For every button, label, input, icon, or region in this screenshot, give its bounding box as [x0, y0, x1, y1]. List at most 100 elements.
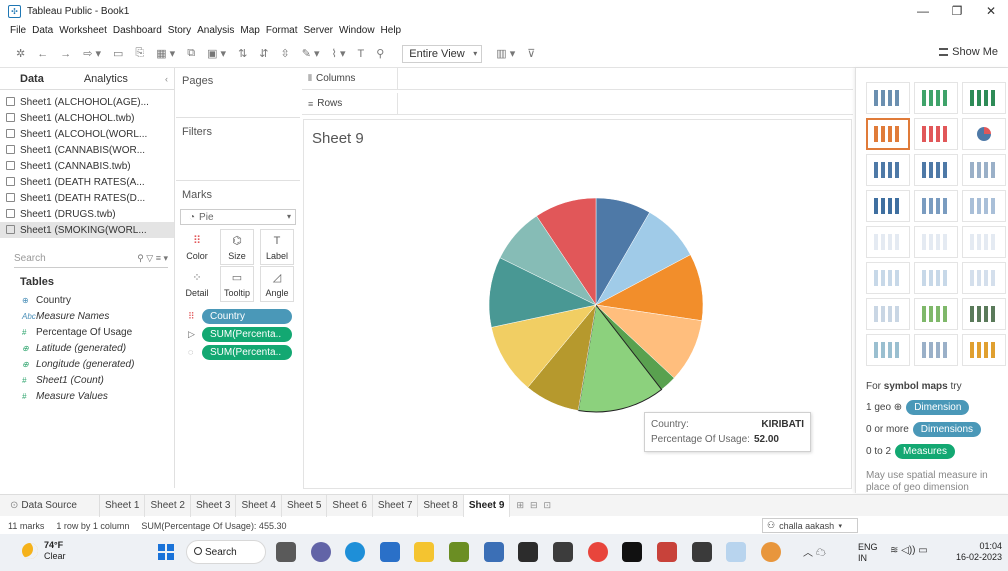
menu-dashboard[interactable]: Dashboard — [113, 25, 162, 36]
field-sheet1-count[interactable]: # Sheet1 (Count) — [0, 372, 174, 388]
forward-arrow-icon[interactable]: → — [60, 48, 71, 60]
new-dashboard-icon[interactable]: ⊟ — [530, 500, 538, 511]
show-me-area-continuous-icon[interactable] — [866, 262, 910, 294]
pin-icon[interactable]: ⚲ — [376, 47, 384, 60]
tab-sheet-6[interactable]: Sheet 6 — [327, 494, 373, 517]
tab-sheet-7[interactable]: Sheet 7 — [373, 494, 419, 517]
label-button[interactable]: T Label — [260, 229, 294, 265]
back-arrow-icon[interactable]: ← — [37, 48, 48, 60]
show-me-text-table-icon[interactable] — [866, 82, 910, 114]
sort-asc-icon[interactable]: ⇵ — [259, 47, 268, 60]
field-country[interactable]: ⊕ Country — [0, 292, 174, 308]
show-me-packed-bubbles-icon[interactable] — [962, 334, 1006, 366]
data-source-item[interactable]: Sheet1 (CANNABIS(WOR... — [0, 142, 174, 158]
show-me-filled-map-icon[interactable] — [914, 118, 958, 150]
maximize-button[interactable]: ❐ — [940, 0, 974, 22]
menu-format[interactable]: Format — [266, 25, 298, 36]
field-percentage-of-usage[interactable]: # Percentage Of Usage — [0, 324, 174, 340]
group-icon[interactable]: ⌇ ▾ — [332, 47, 346, 60]
show-me-pie-chart-icon[interactable] — [962, 118, 1006, 150]
save-icon[interactable]: ▭ — [113, 47, 123, 60]
collapse-pane-icon[interactable]: ‹ — [165, 74, 168, 84]
windows-start-icon[interactable] — [158, 544, 174, 560]
show-me-horizontal-bars-icon[interactable] — [866, 154, 910, 186]
teams-icon[interactable] — [311, 542, 331, 562]
tab-analytics[interactable]: Analytics — [64, 68, 148, 90]
redo-icon[interactable]: ⇨ ▾ — [83, 47, 101, 60]
close-button[interactable]: ✕ — [974, 0, 1008, 22]
chrome-icon[interactable] — [588, 542, 608, 562]
country-color-pill[interactable]: Country — [202, 309, 292, 324]
menu-map[interactable]: Map — [240, 25, 259, 36]
edge-icon[interactable] — [345, 542, 365, 562]
columns-shelf[interactable]: ⦀ Columns — [302, 67, 853, 90]
labels-icon[interactable]: T — [357, 48, 364, 60]
data-source-item[interactable]: Sheet1 (ALCHOHOL(AGE)... — [0, 94, 174, 110]
tableau-taskbar-icon[interactable] — [449, 542, 469, 562]
user-menu[interactable]: ⚇ challa aakash ▾ — [762, 518, 858, 533]
language-indicator[interactable]: ENG IN — [858, 542, 878, 564]
netflix-icon[interactable] — [622, 542, 642, 562]
show-me-bullet-graph-icon[interactable] — [914, 334, 958, 366]
show-me-scatter-plot-icon[interactable] — [866, 298, 910, 330]
file-explorer-icon[interactable] — [414, 542, 434, 562]
menu-file[interactable]: File — [10, 25, 26, 36]
tab-sheet-5[interactable]: Sheet 5 — [282, 494, 328, 517]
mark-type-select[interactable]: ◔ Pie ▾ — [180, 209, 296, 225]
store-icon[interactable] — [380, 542, 400, 562]
tab-sheet-1[interactable]: Sheet 1 — [100, 494, 146, 517]
swap-icon[interactable]: ⇅ — [238, 47, 247, 60]
add-datasource-icon[interactable]: ⎘ — [135, 47, 144, 60]
show-me-circle-views-icon[interactable] — [914, 190, 958, 222]
data-source-item[interactable]: Sheet1 (CANNABIS.twb) — [0, 158, 174, 174]
show-me-dual-combination-icon[interactable] — [962, 262, 1006, 294]
show-me-gantt-chart-icon[interactable] — [866, 334, 910, 366]
tab-sheet-2[interactable]: Sheet 2 — [145, 494, 191, 517]
terminal-icon[interactable] — [518, 542, 538, 562]
duplicate-sheet-icon[interactable]: ⧉ — [187, 47, 195, 60]
tableau-logo-icon[interactable]: ✲ — [16, 47, 25, 60]
rows-shelf[interactable]: ≡ Rows — [302, 92, 853, 115]
show-me-heat-map-icon[interactable] — [914, 82, 958, 114]
field-search-input[interactable]: Search ⚲ ▽ ≡ ▾ — [14, 250, 168, 268]
tab-sheet-9[interactable]: Sheet 9 — [463, 494, 511, 517]
angle-button[interactable]: ◿ Angle — [260, 266, 294, 302]
data-source-item[interactable]: Sheet1 (ALCOHOL(WORL... — [0, 126, 174, 142]
field-latitude[interactable]: ⊕ Latitude (generated) — [0, 340, 174, 356]
tab-data[interactable]: Data — [0, 68, 64, 90]
field-longitude[interactable]: ⊕ Longitude (generated) — [0, 356, 174, 372]
show-me-dual-lines-icon[interactable] — [962, 226, 1006, 258]
menu-data[interactable]: Data — [32, 25, 53, 36]
fit-view-select[interactable]: Entire View ▾ — [402, 44, 483, 63]
data-source-item-selected[interactable]: Sheet1 (SMOKING(WORL... — [0, 222, 174, 238]
snowflake-app-icon[interactable] — [726, 542, 746, 562]
sum-percentage-size-pill[interactable]: SUM(Percenta.. — [202, 345, 292, 360]
show-me-line-continuous-icon[interactable] — [866, 226, 910, 258]
field-measure-values[interactable]: # Measure Values — [0, 388, 174, 404]
data-source-item[interactable]: Sheet1 (DRUGS.twb) — [0, 206, 174, 222]
show-me-histogram-icon[interactable] — [914, 298, 958, 330]
show-me-highlight-table-icon[interactable] — [962, 82, 1006, 114]
highlight-icon[interactable]: ✎ ▾ — [302, 47, 320, 60]
menu-worksheet[interactable]: Worksheet — [59, 25, 107, 36]
app-icon[interactable] — [692, 542, 712, 562]
clock[interactable]: 01:04 16-02-2023 — [952, 541, 1002, 563]
field-measure-names[interactable]: Abc Measure Names — [0, 308, 174, 324]
show-me-treemap-icon[interactable] — [866, 190, 910, 222]
weather-widget[interactable]: 74°F Clear — [22, 540, 66, 562]
task-view-icon[interactable] — [276, 542, 296, 562]
notepad-icon[interactable] — [484, 542, 504, 562]
data-source-item[interactable]: Sheet1 (ALCHOHOL.twb) — [0, 110, 174, 126]
sum-percentage-angle-pill[interactable]: SUM(Percenta.. — [202, 327, 292, 342]
menu-window[interactable]: Window — [339, 25, 375, 36]
menu-analysis[interactable]: Analysis — [197, 25, 234, 36]
new-worksheet-icon[interactable]: ▦ ▾ — [156, 47, 175, 60]
sort-desc-icon[interactable]: ⇳ — [281, 47, 290, 60]
tab-sheet-8[interactable]: Sheet 8 — [418, 494, 464, 517]
show-me-line-discrete-icon[interactable] — [914, 226, 958, 258]
menu-server[interactable]: Server — [304, 25, 333, 36]
tooltip-button[interactable]: ▭ Tooltip — [220, 266, 254, 302]
clear-sheet-icon[interactable]: ▣ ▾ — [207, 47, 226, 60]
filters-shelf[interactable]: Filters — [176, 119, 300, 181]
color-button[interactable]: ⠿ Color — [180, 229, 214, 265]
